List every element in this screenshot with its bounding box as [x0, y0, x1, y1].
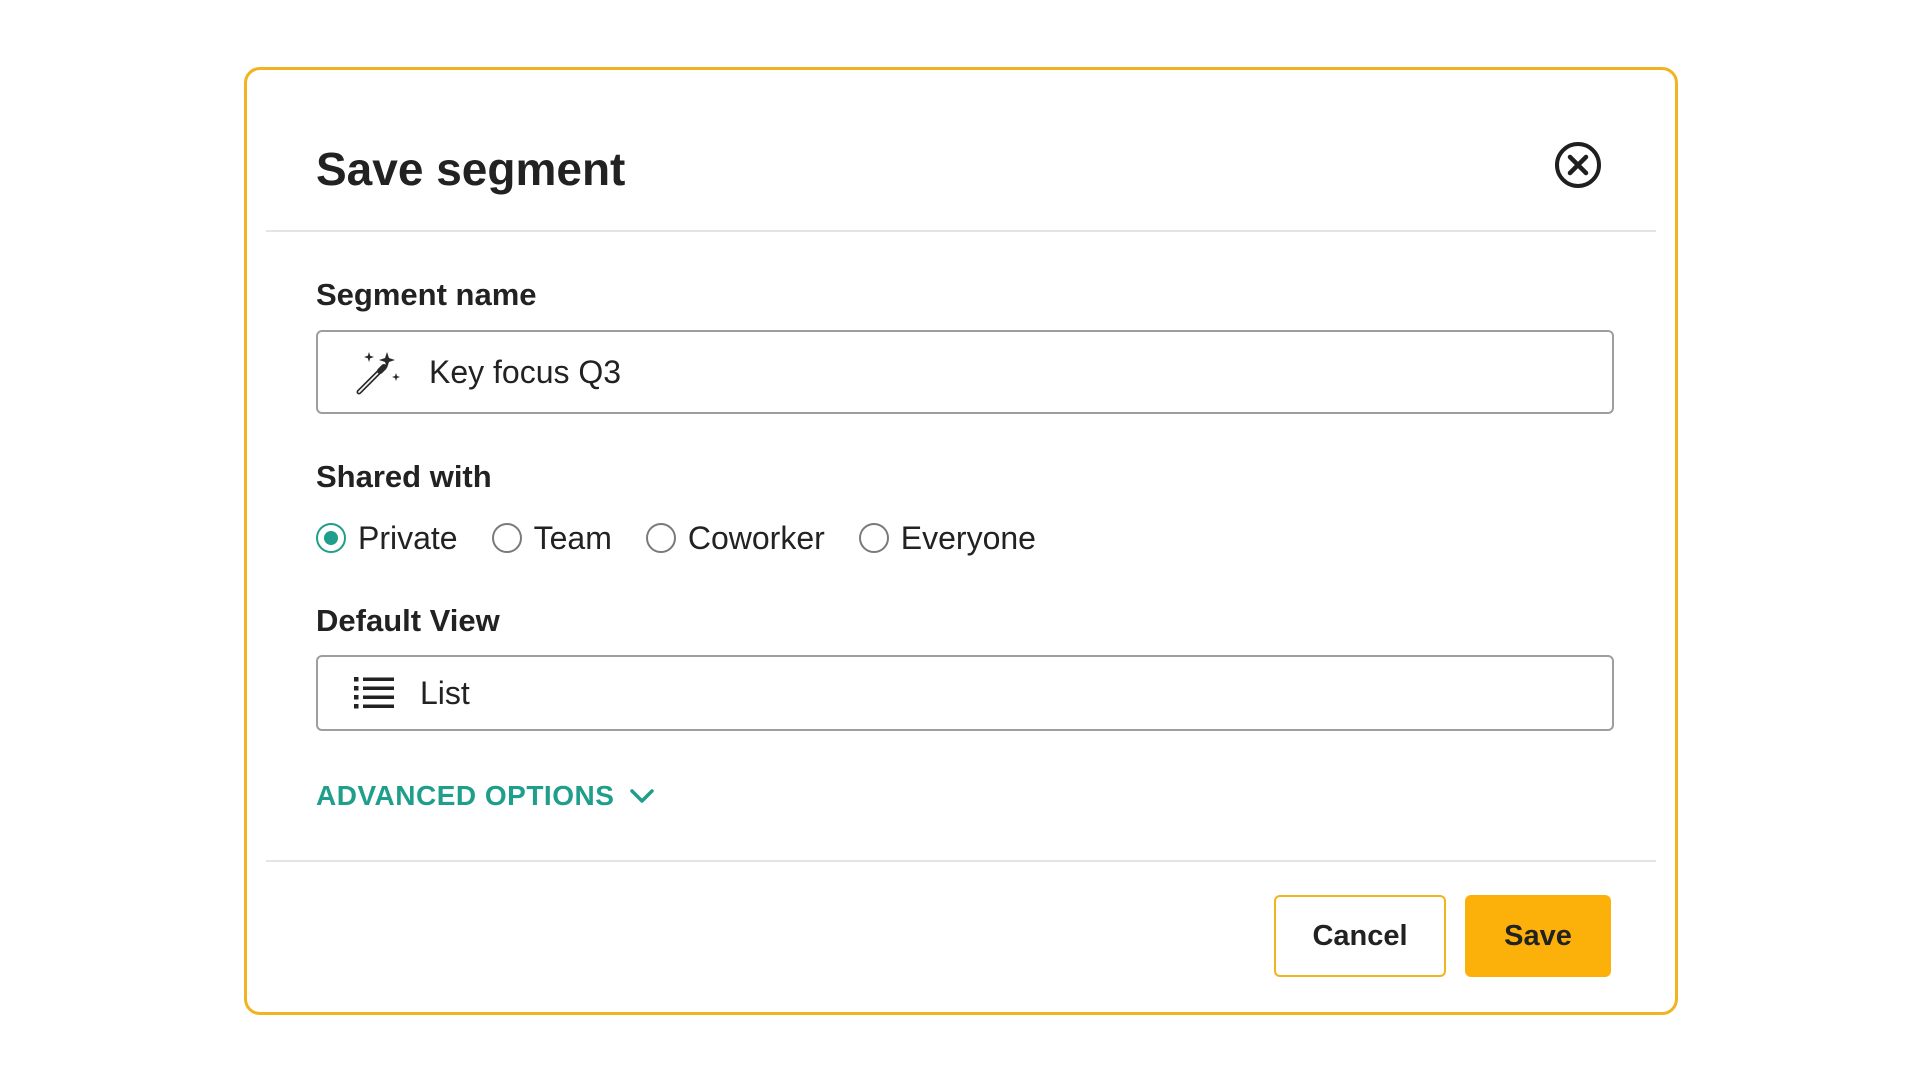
- radio-label: Private: [358, 519, 458, 556]
- radio-coworker[interactable]: Coworker: [645, 519, 825, 557]
- radio-label: Coworker: [687, 519, 825, 556]
- radio-button-checked[interactable]: [316, 523, 346, 553]
- radio-label: Everyone: [900, 519, 1036, 556]
- radio-label: Team: [533, 519, 612, 556]
- segment-name-field[interactable]: [316, 330, 1614, 414]
- list-icon: [352, 671, 396, 715]
- advanced-options-toggle[interactable]: ADVANCED OPTIONS: [316, 780, 656, 812]
- chevron-down-icon: [628, 782, 656, 810]
- radio-private[interactable]: Private: [316, 520, 458, 557]
- save-button[interactable]: Save: [1465, 895, 1611, 977]
- dialog-header: Save segment: [247, 70, 1675, 232]
- radio-team[interactable]: Team: [491, 519, 612, 557]
- default-view-label: Default View: [316, 603, 500, 638]
- radio-button[interactable]: [491, 523, 522, 553]
- default-view-select[interactable]: List: [316, 655, 1614, 731]
- cancel-button[interactable]: Cancel: [1274, 895, 1446, 977]
- radio-everyone[interactable]: Everyone: [858, 519, 1036, 557]
- segment-name-input[interactable]: [429, 353, 1529, 391]
- footer-divider: [266, 860, 1656, 862]
- magic-wand-icon: [351, 346, 403, 398]
- header-divider: [266, 230, 1656, 232]
- close-circle-icon: [1555, 142, 1601, 188]
- default-view-value: List: [420, 674, 470, 711]
- shared-with-label: Shared with: [316, 459, 492, 494]
- radio-button[interactable]: [645, 523, 676, 553]
- save-segment-dialog: Save segment Segment name Shared with: [244, 67, 1678, 1015]
- shared-with-radio-group: Private Team Coworker Everyone: [316, 516, 1070, 560]
- close-button[interactable]: [1553, 140, 1603, 190]
- dialog-title: Save segment: [316, 143, 626, 195]
- radio-button[interactable]: [858, 523, 889, 553]
- advanced-options-label: ADVANCED OPTIONS: [316, 780, 615, 811]
- segment-name-label: Segment name: [316, 277, 537, 312]
